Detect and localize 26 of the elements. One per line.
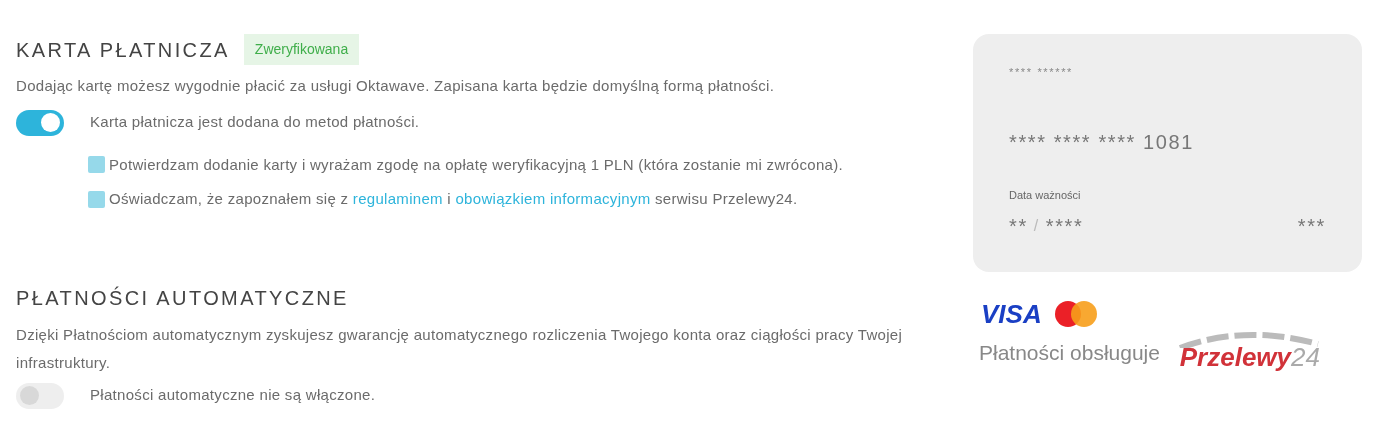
expiry-month: ** <box>1009 214 1028 239</box>
toggle-label: Karta płatnicza jest dodana do metod płatności. <box>90 112 420 133</box>
card-holder: **** ****** <box>1009 65 1073 80</box>
visa-logo: VISA <box>981 301 1042 327</box>
verified-badge: Zweryfikowana <box>243 34 360 65</box>
expiry-year: **** <box>1045 214 1084 239</box>
description-text: Dzięki Płatnościom automatycznym zyskujesz gwarancję automatycznego rozliczenia Twojego konta oraz ciągłości pracy Twojej infrastruktury. <box>16 324 904 373</box>
link[interactable]: obowiązkiem informacyjnym <box>455 190 651 207</box>
card-cvv: *** <box>1297 214 1326 239</box>
toggle-switch[interactable] <box>16 109 64 136</box>
toggle-switch[interactable] <box>16 382 64 409</box>
provider-caption: Płatności obsługuje <box>979 339 1160 366</box>
consent-text: Potwierdzam dodanie karty i wyrażam zgodę na opłatę weryfikacyjną 1 PLN (która zostanie mi zwrócona). <box>109 154 843 175</box>
section-title: PŁATNOŚCI AUTOMATYCZNE <box>16 285 350 311</box>
toggle-label: Płatności automatyczne nie są włączone. <box>90 385 376 406</box>
checkbox[interactable] <box>88 156 105 174</box>
mastercard-icon <box>1053 300 1098 328</box>
card-number: **** **** **** 1081 <box>1009 129 1194 155</box>
expiry-separator: / <box>1033 216 1040 236</box>
consent-text: Oświadczam, że zapoznałem się z regulaminem i obowiązkiem informacyjnym serwisu Przelewy24. <box>109 189 798 209</box>
expiry-label: Data ważności <box>1009 187 1081 203</box>
link[interactable]: regulaminem <box>352 190 443 207</box>
section-title: KARTA PŁATNICZA <box>16 37 230 63</box>
checkbox[interactable] <box>88 190 105 208</box>
description-text: Dodając kartę możesz wygodnie płacić za usługi Oktawave. Zapisana karta będzie domyślną formą płatności. <box>16 76 776 96</box>
przelewy24-logo: Przelewy24 <box>1169 330 1320 370</box>
